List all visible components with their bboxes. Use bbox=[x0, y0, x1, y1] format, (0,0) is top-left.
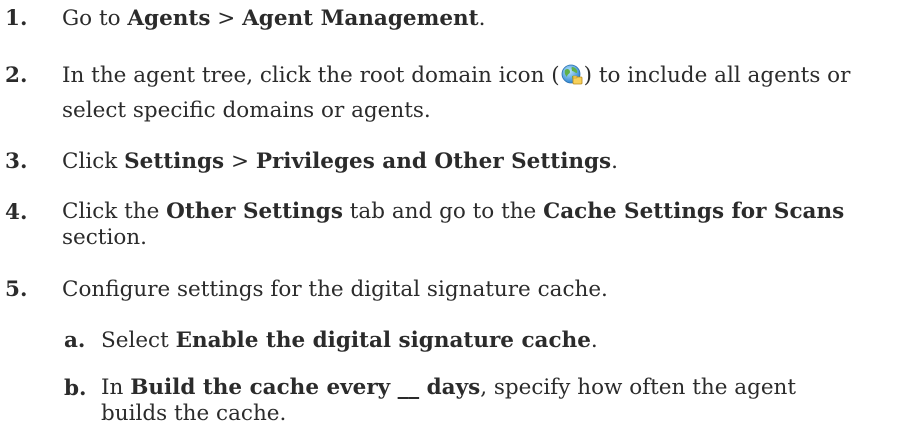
step-number: 1. bbox=[5, 6, 28, 31]
substep-b: b. In Build the cache every __ days, spe… bbox=[0, 371, 910, 427]
procedure-document: 1. Go to Agents > Agent Management. 2. I… bbox=[0, 0, 916, 434]
step-text: Click the Other Settings tab and go to t… bbox=[62, 199, 845, 250]
menu-settings: Settings bbox=[124, 149, 225, 174]
step-4: 4. Click the Other Settings tab and go t… bbox=[0, 195, 910, 251]
step-text: In the agent tree, click the root domain… bbox=[62, 63, 851, 123]
step-text: Go to Agents > Agent Management. bbox=[62, 6, 486, 31]
step-5: 5. Configure settings for the digital si… bbox=[0, 272, 910, 307]
step-number: 4. bbox=[5, 200, 28, 225]
tab-other-settings: Other Settings bbox=[166, 199, 343, 224]
option-build-cache-every-days: Build the cache every __ days bbox=[130, 375, 481, 400]
step-2: 2. In the agent tree, click the root dom… bbox=[0, 58, 910, 128]
step-3: 3. Click Settings > Privileges and Other… bbox=[0, 144, 910, 179]
substep-text: In Build the cache every __ days, specif… bbox=[101, 375, 797, 426]
step-number: 2. bbox=[5, 63, 28, 88]
step-1: 1. Go to Agents > Agent Management. bbox=[0, 1, 910, 36]
step-number: 5. bbox=[5, 277, 28, 302]
step-text: Click Settings > Privileges and Other Se… bbox=[62, 149, 618, 174]
menu-privileges-and-other-settings: Privileges and Other Settings bbox=[255, 149, 612, 174]
substep-text: Select Enable the digital signature cach… bbox=[101, 328, 598, 353]
root-domain-globe-icon bbox=[561, 64, 583, 85]
step-number: 3. bbox=[5, 149, 28, 174]
section-cache-settings-for-scans: Cache Settings for Scans bbox=[543, 199, 845, 224]
step-text: Configure settings for the digital signa… bbox=[62, 277, 608, 302]
menu-agent-management: Agent Management bbox=[242, 6, 479, 31]
substep-letter: a. bbox=[64, 328, 86, 353]
substep-a: a. Select Enable the digital signature c… bbox=[0, 323, 910, 358]
option-enable-digital-signature-cache: Enable the digital signature cache bbox=[175, 328, 591, 353]
menu-agents: Agents bbox=[127, 6, 211, 31]
substep-letter: b. bbox=[64, 376, 87, 401]
